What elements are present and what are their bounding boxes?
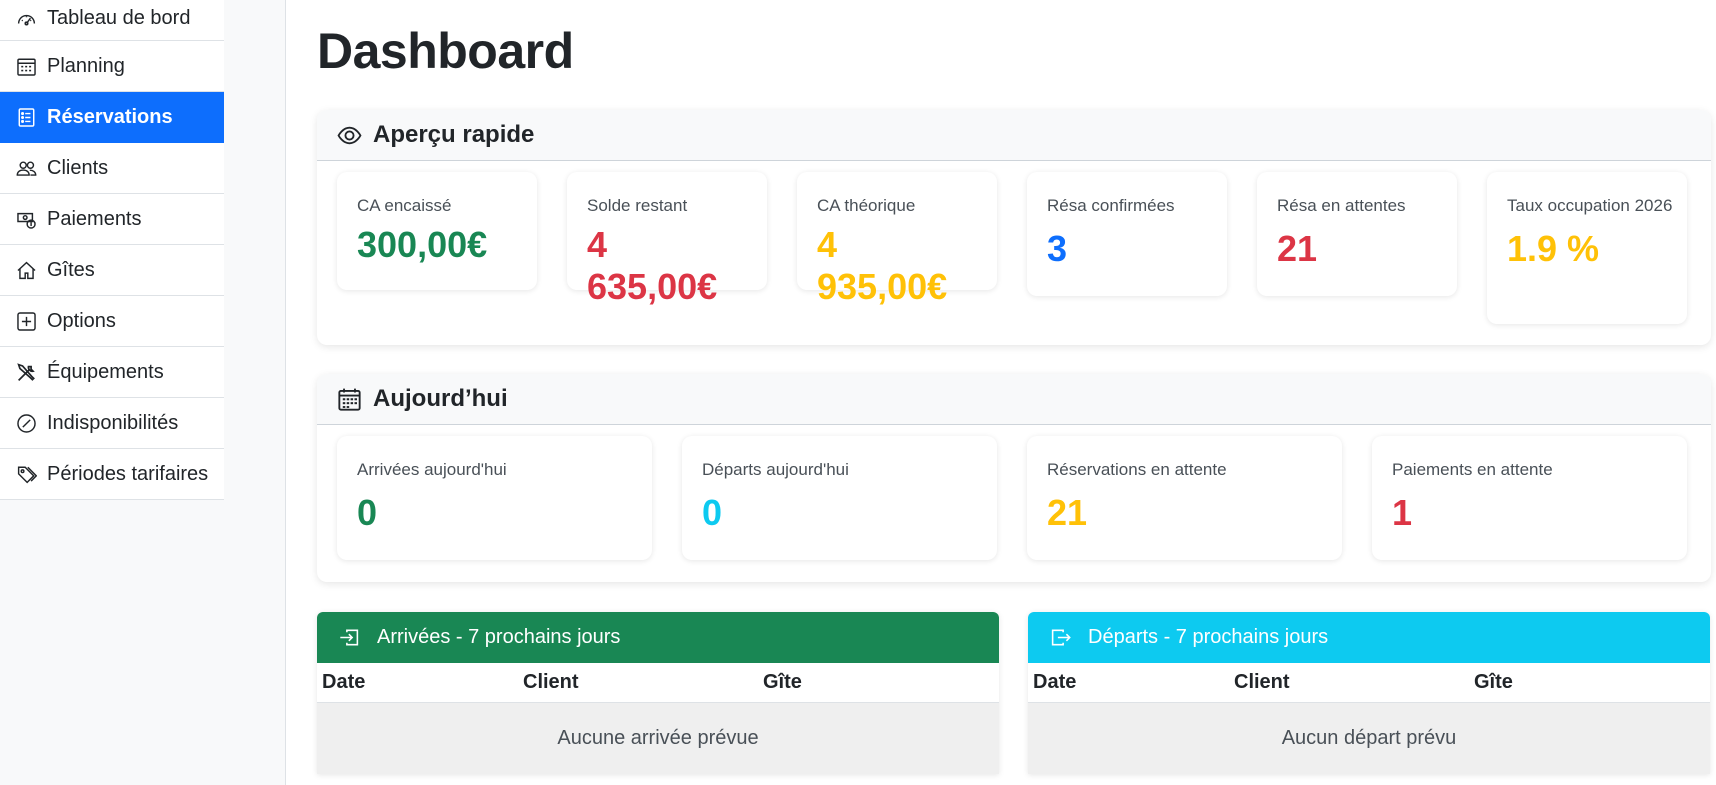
stat-label: Résa confirmées (1047, 196, 1175, 215)
speedometer-icon (16, 9, 37, 30)
house-icon (16, 260, 37, 281)
departures-table-card: Départs - 7 prochains jours Date Client … (1028, 612, 1710, 774)
column-header-client: Client (523, 671, 579, 693)
stat-departs-aujourdhui: Départs aujourd'hui 0 (682, 436, 997, 560)
stat-label: Réservations en attente (1047, 460, 1227, 479)
stat-ca-encaisse: CA encaissé 300,00€ (337, 172, 537, 290)
sidebar-item-reservations[interactable]: Réservations (0, 92, 224, 143)
plus-square-icon (16, 311, 37, 332)
column-header-client: Client (1234, 671, 1290, 693)
stat-value: 1.9 % (1507, 228, 1600, 269)
sidebar-item-periodes-tarifaires[interactable]: Périodes tarifaires (0, 449, 224, 500)
stat-value: 0 (357, 492, 378, 533)
sidebar-item-label: Périodes tarifaires (47, 462, 209, 485)
overview-title: Aperçu rapide (373, 121, 535, 148)
stat-label: Départs aujourd'hui (702, 460, 849, 479)
stat-reservations-en-attente: Réservations en attente 21 (1027, 436, 1342, 560)
journal-list-icon (16, 107, 37, 128)
overview-header: Aperçu rapide (317, 110, 1711, 161)
stat-value: 4 635,00€ (587, 224, 718, 307)
tags-icon (16, 464, 37, 485)
stat-resa-confirmees: Résa confirmées 3 (1027, 172, 1227, 296)
arrivals-title: Arrivées - 7 prochains jours (377, 626, 621, 648)
sidebar-item-label: Paiements (47, 207, 142, 230)
departures-columns: Date Client Gîte (1028, 663, 1710, 703)
stat-value: 4 935,00€ (817, 224, 948, 307)
stat-label: Arrivées aujourd'hui (357, 460, 507, 479)
arrivals-columns: Date Client Gîte (317, 663, 999, 703)
stat-ca-theorique: CA théorique 4 935,00€ (797, 172, 997, 307)
arrivals-header: Arrivées - 7 prochains jours (317, 612, 999, 663)
sidebar-item-tableau-de-bord[interactable]: Tableau de bord (0, 0, 224, 41)
sidebar-item-label: Indisponibilités (47, 411, 179, 434)
stat-value: 0 (702, 492, 723, 533)
stat-arrivees-aujourdhui: Arrivées aujourd'hui 0 (337, 436, 652, 560)
main-content: Dashboard Aperçu rapide CA encaissé 300,… (286, 0, 1716, 785)
stat-label: CA encaissé (357, 196, 452, 215)
sidebar-item-label: Tableau de bord (47, 7, 191, 29)
stat-value: 21 (1047, 492, 1088, 533)
overview-panel: Aperçu rapide CA encaissé 300,00€ Solde … (317, 110, 1711, 345)
calendar-grid-icon (16, 56, 37, 77)
sidebar-item-label: Clients (47, 156, 109, 179)
sidebar-item-indisponibilites[interactable]: Indisponibilités (0, 398, 224, 449)
stat-label: Solde restant (587, 196, 688, 215)
departures-header: Départs - 7 prochains jours (1028, 612, 1710, 663)
column-header-date: Date (322, 671, 366, 693)
sidebar-item-label: Équipements (47, 360, 164, 383)
departures-empty-message: Aucun départ prévu (1028, 703, 1710, 774)
arrivals-table-card: Arrivées - 7 prochains jours Date Client… (317, 612, 999, 774)
stat-taux-occupation: Taux occupation 2026 1.9 % (1487, 172, 1687, 324)
stat-value: 300,00€ (357, 224, 488, 265)
column-header-date: Date (1033, 671, 1077, 693)
stat-label: Paiements en attente (1392, 460, 1553, 479)
stat-paiements-en-attente: Paiements en attente 1 (1372, 436, 1687, 560)
sidebar-item-label: Planning (47, 54, 125, 77)
tools-icon (16, 362, 37, 383)
box-arrow-out-icon (1050, 627, 1071, 648)
column-header-gite: Gîte (1474, 671, 1513, 693)
page-title: Dashboard (317, 23, 574, 79)
calendar-icon (337, 387, 362, 412)
sidebar-item-equipements[interactable]: Équipements (0, 347, 224, 398)
stat-label: Taux occupation 2026 (1507, 196, 1673, 215)
eye-icon (337, 123, 362, 148)
sidebar-item-label: Options (47, 309, 116, 332)
slash-circle-icon (16, 413, 37, 434)
sidebar-nav: Tableau de bord Planning Réservations Cl… (0, 0, 224, 500)
today-panel: Aujourd’hui Arrivées aujourd'hui 0 Dépar… (317, 374, 1711, 582)
sidebar-item-label: Gîtes (47, 258, 95, 281)
stat-label: Résa en attentes (1277, 196, 1406, 215)
stat-value: 21 (1277, 228, 1318, 269)
box-arrow-in-icon (339, 627, 360, 648)
stat-resa-en-attentes: Résa en attentes 21 (1257, 172, 1457, 296)
sidebar-item-clients[interactable]: Clients (0, 143, 224, 194)
today-title: Aujourd’hui (373, 385, 508, 412)
sidebar-item-label: Réservations (47, 105, 173, 128)
people-icon (16, 158, 37, 179)
sidebar-item-paiements[interactable]: Paiements (0, 194, 224, 245)
sidebar-item-planning[interactable]: Planning (0, 41, 224, 92)
sidebar: Tableau de bord Planning Réservations Cl… (0, 0, 286, 785)
arrivals-empty-message: Aucune arrivée prévue (317, 703, 999, 774)
stat-value: 3 (1047, 228, 1068, 269)
cash-coin-icon (16, 209, 37, 230)
column-header-gite: Gîte (763, 671, 802, 693)
departures-title: Départs - 7 prochains jours (1088, 626, 1329, 648)
sidebar-item-options[interactable]: Options (0, 296, 224, 347)
stat-solde-restant: Solde restant 4 635,00€ (567, 172, 767, 307)
stat-value: 1 (1392, 492, 1413, 533)
stat-label: CA théorique (817, 196, 916, 215)
today-header: Aujourd’hui (317, 374, 1711, 425)
sidebar-item-gites[interactable]: Gîtes (0, 245, 224, 296)
